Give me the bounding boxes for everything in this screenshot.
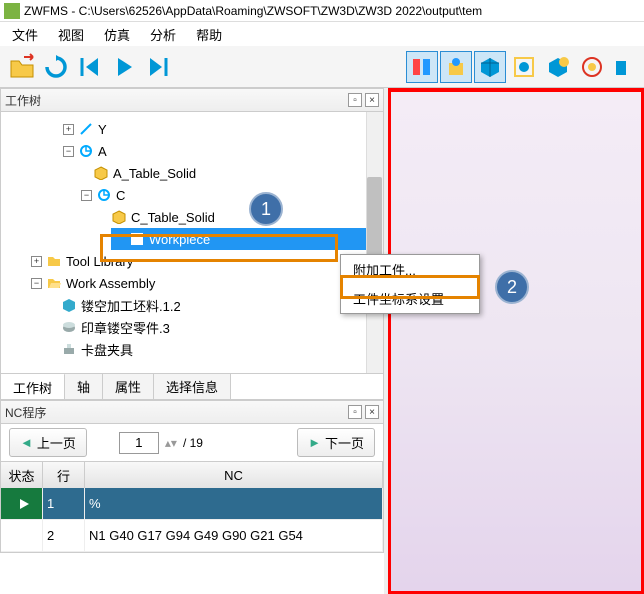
nc-code: % bbox=[85, 488, 383, 520]
nc-pagination: ◄上一页 ▴▾ / 19 ►下一页 bbox=[0, 424, 384, 462]
tree-panel-header: 工作树 ▫ × bbox=[0, 88, 384, 112]
refresh-button[interactable] bbox=[40, 51, 72, 83]
menu-analyze[interactable]: 分析 bbox=[144, 23, 182, 46]
tree-node-item2[interactable]: 印章镂空零件.3 bbox=[81, 318, 170, 337]
collapse-icon[interactable]: − bbox=[31, 278, 42, 289]
callout-1: 1 bbox=[249, 192, 283, 226]
play-indicator bbox=[1, 488, 43, 520]
skip-back-button[interactable] bbox=[74, 51, 106, 83]
col-line[interactable]: 行 bbox=[43, 462, 85, 488]
cube-icon bbox=[93, 165, 109, 181]
tree-node-work-assembly[interactable]: Work Assembly bbox=[66, 276, 155, 291]
page-total: / 19 bbox=[183, 436, 203, 450]
view-toolbar bbox=[406, 46, 644, 88]
tree-node-workpiece[interactable]: Workpiece bbox=[149, 232, 210, 247]
tool6-button[interactable] bbox=[576, 51, 608, 83]
tree-node-c-solid[interactable]: C_Table_Solid bbox=[131, 210, 215, 225]
ctx-wcs-settings[interactable]: 工件坐标系设置 bbox=[341, 284, 479, 313]
tree-view[interactable]: + Y − A A_Table_Solid − C C_Table_Solid Wor… bbox=[0, 112, 384, 374]
workspace: 工作树 ▫ × + Y − A A_Table_Solid − C C_Table_S… bbox=[0, 88, 644, 594]
menu-bar: 文件 视图 仿真 分析 帮助 bbox=[0, 22, 644, 46]
folder-icon bbox=[46, 253, 62, 269]
col-nc[interactable]: NC bbox=[85, 462, 383, 488]
tree-scrollbar[interactable] bbox=[366, 112, 383, 373]
app-icon bbox=[4, 3, 20, 19]
context-menu: 附加工件... 工件坐标系设置 bbox=[340, 254, 480, 314]
open-button[interactable] bbox=[6, 51, 38, 83]
tree-node-y[interactable]: Y bbox=[98, 122, 107, 137]
tab-properties[interactable]: 属性 bbox=[103, 374, 154, 399]
arrow-right-icon: ► bbox=[308, 435, 321, 450]
tree-tabs: 工作树 轴 属性 选择信息 bbox=[0, 374, 384, 400]
page-input[interactable] bbox=[119, 432, 159, 454]
col-status[interactable]: 状态 bbox=[1, 462, 43, 488]
part-icon bbox=[61, 341, 77, 357]
skip-forward-button[interactable] bbox=[142, 51, 174, 83]
menu-simulate[interactable]: 仿真 bbox=[98, 23, 136, 46]
tool3-button[interactable] bbox=[474, 51, 506, 83]
tree-close-button[interactable]: × bbox=[365, 93, 379, 107]
nc-panel-header: NC程序 ▫ × bbox=[0, 400, 384, 424]
tree-node-tool-library[interactable]: Tool Library bbox=[66, 254, 133, 269]
tree-panel-title: 工作树 bbox=[5, 92, 41, 109]
viewport-panel bbox=[388, 88, 644, 594]
axis-icon bbox=[78, 121, 94, 137]
nc-float-button[interactable]: ▫ bbox=[348, 405, 362, 419]
nc-table: 状态 行 NC 1 % 2 N1 G40 G17 G94 G49 G90 G21… bbox=[0, 462, 384, 553]
tool5-button[interactable] bbox=[542, 51, 574, 83]
part-icon bbox=[61, 319, 77, 335]
left-panel: 工作树 ▫ × + Y − A A_Table_Solid − C C_Table_S… bbox=[0, 88, 388, 594]
next-page-button[interactable]: ►下一页 bbox=[297, 428, 375, 457]
prev-page-button[interactable]: ◄上一页 bbox=[9, 428, 87, 457]
nc-close-button[interactable]: × bbox=[365, 405, 379, 419]
nc-panel-title: NC程序 bbox=[5, 404, 46, 421]
tab-axis[interactable]: 轴 bbox=[65, 374, 103, 399]
folder-open-icon bbox=[46, 275, 62, 291]
3d-viewport[interactable] bbox=[388, 88, 644, 594]
title-bar: ZWFMS - C:\Users\62526\AppData\Roaming\Z… bbox=[0, 0, 644, 22]
part-icon bbox=[61, 297, 77, 313]
tree-float-button[interactable]: ▫ bbox=[348, 93, 362, 107]
nc-code: N1 G40 G17 G94 G49 G90 G21 G54 bbox=[85, 520, 383, 552]
arrow-left-icon: ◄ bbox=[20, 435, 33, 450]
expand-icon[interactable]: + bbox=[31, 256, 42, 267]
nc-line-number: 2 bbox=[43, 520, 85, 552]
nc-line-number: 1 bbox=[43, 488, 85, 520]
workpiece-icon bbox=[129, 231, 145, 247]
menu-view[interactable]: 视图 bbox=[52, 23, 90, 46]
tree-node-c[interactable]: C bbox=[116, 188, 125, 203]
tree-node-a[interactable]: A bbox=[98, 144, 107, 159]
expand-icon[interactable]: + bbox=[63, 124, 74, 135]
menu-help[interactable]: 帮助 bbox=[190, 23, 228, 46]
ctx-attach-workpiece[interactable]: 附加工件... bbox=[341, 255, 479, 284]
tool7-button[interactable] bbox=[610, 51, 642, 83]
collapse-icon[interactable]: − bbox=[81, 190, 92, 201]
axis-icon bbox=[78, 143, 94, 159]
callout-2: 2 bbox=[495, 270, 529, 304]
tree-node-item3[interactable]: 卡盘夹具 bbox=[81, 340, 133, 359]
nc-row[interactable]: 2 N1 G40 G17 G94 G49 G90 G21 G54 bbox=[1, 520, 383, 552]
nc-row[interactable]: 1 % bbox=[1, 488, 383, 520]
tool4-button[interactable] bbox=[508, 51, 540, 83]
nc-table-header: 状态 行 NC bbox=[1, 462, 383, 488]
menu-file[interactable]: 文件 bbox=[6, 23, 44, 46]
play-button[interactable] bbox=[108, 51, 140, 83]
tab-selection-info[interactable]: 选择信息 bbox=[154, 374, 231, 399]
window-title: ZWFMS - C:\Users\62526\AppData\Roaming\Z… bbox=[24, 4, 482, 18]
tool1-button[interactable] bbox=[406, 51, 438, 83]
collapse-icon[interactable]: − bbox=[63, 146, 74, 157]
tab-work-tree[interactable]: 工作树 bbox=[1, 373, 65, 399]
tool2-button[interactable] bbox=[440, 51, 472, 83]
cube-icon bbox=[111, 209, 127, 225]
tree-node-a-solid[interactable]: A_Table_Solid bbox=[113, 166, 196, 181]
axis-icon bbox=[96, 187, 112, 203]
tree-node-item1[interactable]: 镂空加工坯料.1.2 bbox=[81, 296, 181, 315]
